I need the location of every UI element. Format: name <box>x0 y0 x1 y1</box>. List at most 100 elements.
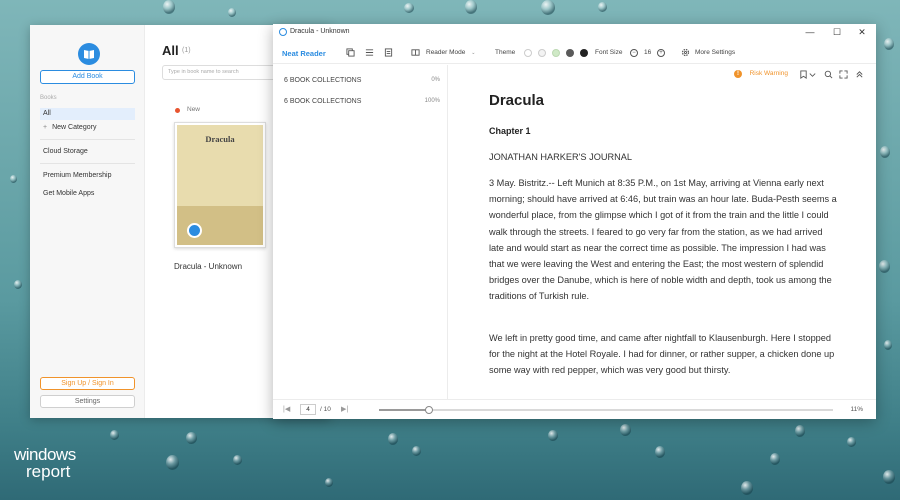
divider <box>40 163 135 164</box>
raindrop <box>388 433 398 445</box>
book-title: Dracula <box>489 92 545 109</box>
reader-toolbar: Neat Reader Reader Mode ⌄ Theme Font Siz… <box>273 42 876 64</box>
window-title: Dracula - Unknown <box>290 28 350 35</box>
page-total: / 10 <box>320 406 331 413</box>
paragraph: We left in pretty good time, and came af… <box>489 333 835 376</box>
sign-in-button[interactable]: Sign Up / Sign In <box>40 377 135 390</box>
cover-title: Dracula <box>205 134 235 144</box>
reading-pane: ! Risk Warning Dracula Chapter 1 JONATHA… <box>449 65 876 399</box>
theme-white-swatch[interactable] <box>524 49 532 57</box>
paragraph: JONATHAN HARKER'S JOURNAL <box>489 152 632 162</box>
raindrop <box>880 146 890 158</box>
raindrop <box>879 260 890 273</box>
bookmark-icon[interactable] <box>799 70 808 79</box>
font-decrease-button[interactable]: − <box>630 49 638 57</box>
settings-button[interactable]: Settings <box>40 395 135 408</box>
raindrop <box>465 0 477 14</box>
raindrop <box>541 0 555 15</box>
raindrop <box>548 430 558 441</box>
raindrop <box>795 425 805 437</box>
fullscreen-icon[interactable] <box>839 70 848 79</box>
brand-label: Neat Reader <box>282 49 326 58</box>
font-size-value: 16 <box>644 49 652 56</box>
app-icon <box>279 28 287 36</box>
toc-item[interactable]: 6 BOOK COLLECTIONS 100% <box>284 98 440 105</box>
theme-light-swatch[interactable] <box>538 49 546 57</box>
sidebar-item-premium-membership[interactable]: Premium Membership <box>40 170 135 182</box>
raindrop <box>10 175 17 183</box>
raindrop <box>883 470 895 484</box>
more-settings-button[interactable]: More Settings <box>695 49 735 56</box>
raindrop <box>166 455 179 470</box>
plus-icon: + <box>43 124 48 131</box>
theme-dark-swatch[interactable] <box>580 49 588 57</box>
reader-window: Dracula - Unknown — ☐ ✕ Neat Reader Read… <box>273 24 876 419</box>
book-cover: Dracula <box>177 125 263 206</box>
raindrop <box>325 478 333 487</box>
chevron-down-icon: ⌄ <box>471 50 476 56</box>
chapter-heading: Chapter 1 <box>489 126 531 136</box>
add-book-button[interactable]: Add Book <box>40 70 135 84</box>
search-input[interactable]: Type in book name to search <box>162 65 282 80</box>
divider <box>40 139 135 140</box>
raindrop <box>412 446 421 456</box>
raindrop <box>228 8 236 17</box>
new-indicator-icon <box>175 108 180 113</box>
title-bar: Dracula - Unknown — ☐ ✕ <box>273 24 876 41</box>
library-sidebar: Add Book Books All + New Category Cloud S… <box>30 25 145 418</box>
reader-mode-dropdown[interactable]: Reader Mode ⌄ <box>426 49 475 56</box>
watermark-line: report <box>26 462 71 481</box>
raindrop <box>770 453 780 465</box>
close-button[interactable]: ✕ <box>856 26 868 38</box>
font-increase-button[interactable]: + <box>657 49 665 57</box>
book-cover-band <box>177 206 263 245</box>
progress-handle[interactable] <box>424 406 433 414</box>
minimize-button[interactable]: — <box>804 26 816 38</box>
maximize-button[interactable]: ☐ <box>831 26 843 38</box>
warning-icon: ! <box>734 70 742 78</box>
page-number-input[interactable]: 4 <box>300 404 316 415</box>
notes-icon[interactable] <box>384 48 393 57</box>
raindrop <box>110 430 119 440</box>
raindrop <box>233 455 242 465</box>
raindrop <box>884 340 892 350</box>
sidebar-item-new-category[interactable]: + New Category <box>40 122 135 134</box>
risk-warning-link[interactable]: Risk Warning <box>750 70 788 77</box>
book-count: (1) <box>182 47 191 54</box>
sidebar-item-all[interactable]: All <box>40 108 135 120</box>
raindrop <box>163 0 175 14</box>
sidebar-item-cloud-storage[interactable]: Cloud Storage <box>40 146 135 158</box>
gear-icon[interactable] <box>681 48 690 57</box>
watermark-line: windows <box>14 445 76 464</box>
toc-item[interactable]: 6 BOOK COLLECTIONS 0% <box>284 77 440 84</box>
sidebar-item-label: New Category <box>52 124 97 131</box>
raindrop <box>14 280 22 289</box>
copy-icon[interactable] <box>346 48 355 57</box>
raindrop <box>620 424 631 436</box>
last-page-button[interactable]: ▶| <box>341 405 348 413</box>
paragraph: 3 May. Bistritz.-- Left Munich at 8:35 P… <box>489 178 837 302</box>
first-page-button[interactable]: |◀ <box>283 405 290 413</box>
collapse-icon[interactable] <box>855 70 864 79</box>
toc-label: 6 BOOK COLLECTIONS <box>284 98 362 105</box>
theme-green-swatch[interactable] <box>552 49 560 57</box>
progress-slider[interactable] <box>379 406 833 414</box>
theme-label: Theme <box>495 49 516 56</box>
reader-mode-icon[interactable] <box>411 48 420 57</box>
books-section-label: Books <box>40 95 57 101</box>
watermark-logo: windows report <box>14 446 76 480</box>
list-icon[interactable] <box>365 48 374 57</box>
new-label: New <box>187 106 201 113</box>
raindrop <box>847 437 856 447</box>
theme-gray-swatch[interactable] <box>566 49 574 57</box>
book-caption[interactable]: Dracula - Unknown <box>174 262 242 271</box>
sidebar-item-get-mobile-apps[interactable]: Get Mobile Apps <box>40 188 135 200</box>
font-size-label: Font Size <box>595 49 623 56</box>
page-title: All <box>162 43 179 58</box>
chevron-down-icon[interactable] <box>808 70 817 79</box>
search-icon[interactable] <box>824 70 833 79</box>
progress-fill <box>379 409 429 411</box>
raindrop <box>655 446 665 458</box>
raindrop <box>884 38 894 50</box>
book-card[interactable]: Dracula <box>174 122 266 248</box>
